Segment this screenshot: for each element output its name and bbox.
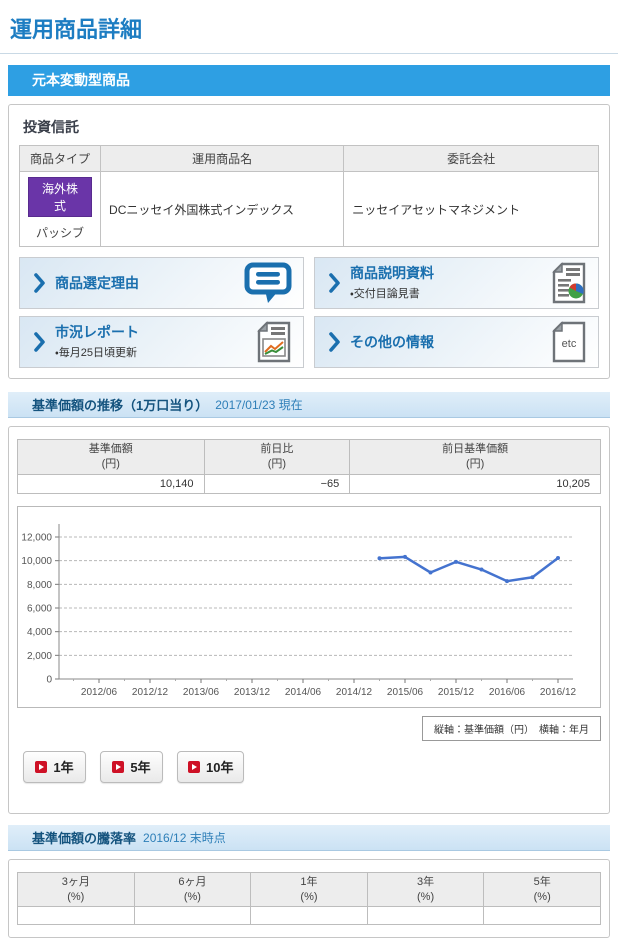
chevron-right-icon [329, 273, 340, 293]
nav-section-bar: 基準価額の推移（1万口当り） 2017/01/23 現在 [8, 392, 610, 418]
chevron-right-icon [34, 273, 45, 293]
change-panel: 3ヶ月 (%) 6ヶ月 (%) 1年 (%) 3年 (%) 5年 (%) [8, 858, 610, 938]
svg-text:2013/12: 2013/12 [234, 687, 271, 698]
page-title: 運用商品詳細 [0, 0, 618, 54]
nav-value-table: 基準価額 (円) 前日比 (円) 前日基準価額 (円) 10,140 −65 10,2… [17, 439, 601, 494]
svg-text:2012/12: 2012/12 [132, 687, 169, 698]
period-button-row: 1年 5年 10年 [17, 750, 601, 783]
change-as-of-date: 2016/12 末時点 [143, 830, 226, 845]
table-row: 10,140 −65 10,205 [17, 473, 601, 494]
play-icon [188, 760, 200, 773]
period-button-10y[interactable]: 10年 [177, 750, 245, 783]
nav-header-price: 基準価額 (円) [17, 439, 205, 475]
nav-prev-value: 10,205 [349, 473, 601, 494]
change-header-1y: 1年 (%) [250, 871, 368, 908]
nav-header-prev: 前日基準価額 (円) [349, 439, 601, 475]
management-style-label: パッシブ [36, 226, 85, 240]
speech-bubble-icon [244, 262, 292, 303]
svg-text:0: 0 [46, 674, 52, 685]
product-table-header-trustee: 委託会社 [343, 145, 599, 172]
svg-text:2014/12: 2014/12 [336, 687, 373, 698]
change-header-3m: 3ヶ月 (%) [17, 871, 135, 908]
document-chart-icon [257, 321, 291, 363]
fund-panel: 投資信託 商品タイプ 運用商品名 委託会社 海外株式 パッシブ DCニッセイ外国… [8, 104, 610, 379]
svg-text:12,000: 12,000 [21, 532, 52, 543]
svg-text:10,000: 10,000 [21, 556, 52, 567]
change-header-3y: 3年 (%) [366, 871, 485, 908]
period-button-1y[interactable]: 1年 [23, 750, 86, 783]
nav-as-of-date: 2017/01/23 現在 [215, 398, 303, 412]
nav-panel: 基準価額 (円) 前日比 (円) 前日基準価額 (円) 10,140 −65 10,2… [8, 426, 610, 814]
table-row: 海外株式 パッシブ DCニッセイ外国株式インデックス ニッセイアセットマネジメン… [18, 171, 599, 247]
card-title: 市況レポート [55, 324, 139, 341]
svg-text:2012/06: 2012/06 [81, 687, 118, 698]
period-button-label: 1年 [53, 760, 74, 776]
change-header-5y: 5年 (%) [483, 871, 601, 908]
svg-text:2014/06: 2014/06 [285, 687, 322, 698]
svg-text:2013/06: 2013/06 [183, 687, 220, 698]
svg-text:2015/06: 2015/06 [387, 687, 424, 698]
card-title: 商品選定理由 [55, 274, 139, 291]
svg-text:2016/12: 2016/12 [540, 687, 577, 698]
play-icon [112, 760, 125, 773]
nav-chart-box: 0 2,000 4,000 6,000 8,000 10,000 12,000 2012/06… [17, 505, 601, 708]
fund-heading: 投資信託 [23, 119, 79, 135]
product-name-cell: DCニッセイ外国株式インデックス [100, 171, 345, 247]
svg-text:6,000: 6,000 [27, 603, 52, 614]
chevron-right-icon [34, 332, 45, 352]
card-title: その他の情報 [350, 333, 434, 350]
change-value-cell [17, 906, 135, 926]
chevron-right-icon [329, 332, 340, 352]
svg-text:4,000: 4,000 [27, 627, 52, 638]
document-etc-icon: etc [552, 321, 586, 363]
product-table: 商品タイプ 運用商品名 委託会社 海外株式 パッシブ DCニッセイ外国株式インデ… [18, 145, 599, 247]
period-button-label: 10年 [206, 760, 234, 776]
card-subtitle: ・毎月25日頃更新 [55, 346, 137, 359]
svg-text:2016/06: 2016/06 [489, 687, 526, 698]
link-card-grid: 商品選定理由 商品説明資料 ・交付目論見書 市況レポート ・毎月25日頃更新 そ… [19, 257, 599, 368]
product-type-cell: 海外株式 パッシブ [18, 171, 102, 247]
card-subtitle: ・交付目論見書 [350, 287, 420, 300]
nav-change-value: −65 [203, 473, 351, 494]
nav-header-change: 前日比 (円) [203, 439, 351, 475]
play-icon [35, 760, 48, 773]
axis-note: 縦軸：基準価額（円） 横軸：年月 [422, 715, 601, 741]
card-selection-reason[interactable]: 商品選定理由 [19, 257, 304, 309]
period-button-5y[interactable]: 5年 [100, 750, 163, 783]
product-table-header-type: 商品タイプ [18, 145, 102, 172]
svg-text:2,000: 2,000 [27, 651, 52, 662]
product-type-banner: 元本変動型商品 [8, 65, 610, 96]
card-product-materials[interactable]: 商品説明資料 ・交付目論見書 [314, 257, 599, 309]
card-market-report[interactable]: 市況レポート ・毎月25日頃更新 [19, 316, 304, 368]
table-row [17, 906, 601, 926]
change-section-title: 基準価額の騰落率 [32, 830, 137, 846]
svg-text:8,000: 8,000 [27, 580, 52, 591]
trustee-cell: ニッセイアセットマネジメント [343, 171, 599, 247]
change-value-cell [133, 906, 252, 926]
product-table-header-name: 運用商品名 [100, 145, 345, 172]
document-pie-icon [552, 262, 586, 304]
card-other-info[interactable]: その他の情報 etc [314, 316, 599, 368]
nav-section-title: 基準価額の推移（1万口当り） [32, 398, 209, 413]
card-title: 商品説明資料 [350, 265, 434, 282]
asset-class-badge: 海外株式 [28, 177, 93, 217]
page: 運用商品詳細 元本変動型商品 投資信託 商品タイプ 運用商品名 委託会社 海外株… [0, 0, 618, 938]
change-header-6m: 6ヶ月 (%) [133, 871, 252, 908]
svg-text:2015/12: 2015/12 [438, 687, 475, 698]
nav-chart: 0 2,000 4,000 6,000 8,000 10,000 12,000 2012/06… [21, 523, 577, 698]
change-value-cell [483, 906, 601, 926]
period-button-label: 5年 [130, 760, 151, 776]
change-value-cell [250, 906, 368, 926]
change-table: 3ヶ月 (%) 6ヶ月 (%) 1年 (%) 3年 (%) 5年 (%) [17, 871, 601, 926]
nav-price-value: 10,140 [17, 473, 205, 494]
change-value-cell [366, 906, 485, 926]
svg-text:etc: etc [562, 338, 577, 350]
change-section-bar: 基準価額の騰落率 2016/12 末時点 [8, 824, 610, 851]
